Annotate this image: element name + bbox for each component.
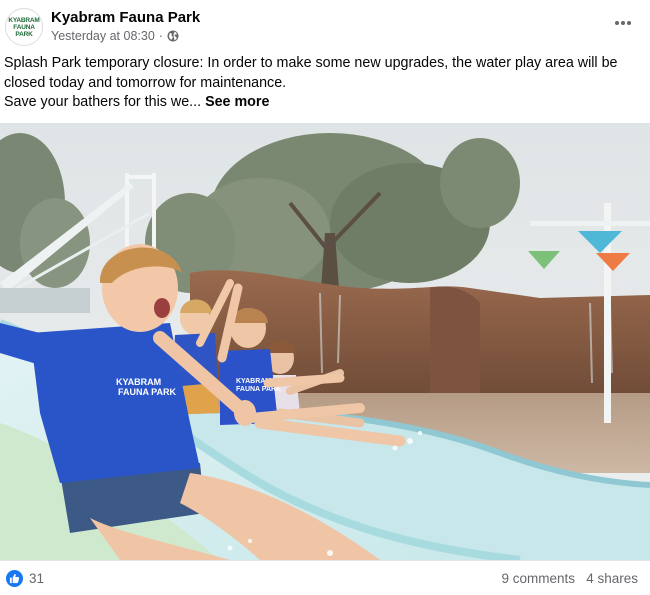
thumbs-up-icon[interactable]: [6, 570, 23, 587]
logo-text-line-2: FAUNA PARK: [13, 23, 35, 38]
comments-link[interactable]: 9 comments: [501, 571, 575, 586]
post-photo[interactable]: KYABRAM FAUNA PARK KYABRAM FAUNA PARK: [0, 123, 650, 560]
ellipsis-icon: [615, 21, 631, 25]
post-footer: 31 9 comments 4 shares: [0, 560, 650, 595]
post-text: Splash Park temporary closure: In order …: [4, 54, 640, 113]
page-name-link[interactable]: Kyabram Fauna Park: [51, 9, 200, 26]
post-timestamp[interactable]: Yesterday at 08:30: [51, 29, 155, 43]
logo-text-line-1: KYABRAM: [8, 16, 40, 24]
reaction-count[interactable]: 31: [29, 571, 44, 586]
see-more-link[interactable]: See more: [205, 94, 269, 110]
meta-separator: ·: [158, 29, 163, 43]
post-options-button[interactable]: [610, 12, 636, 34]
post-text-line-1: Splash Park temporary closure: In order …: [4, 55, 618, 91]
shares-link[interactable]: 4 shares: [586, 571, 638, 586]
post-text-excerpt: Save your bathers for this we...: [4, 94, 202, 110]
page-logo: KYABRAM FAUNA PARK: [6, 17, 42, 38]
post-meta: Yesterday at 08:30 ·: [51, 29, 179, 43]
post-text-line-2: Save your bathers for this we... See mor…: [4, 93, 640, 113]
page-avatar[interactable]: KYABRAM FAUNA PARK: [5, 8, 43, 46]
globe-icon: [167, 30, 179, 42]
post-header: KYABRAM FAUNA PARK Kyabram Fauna Park Ye…: [0, 0, 650, 50]
